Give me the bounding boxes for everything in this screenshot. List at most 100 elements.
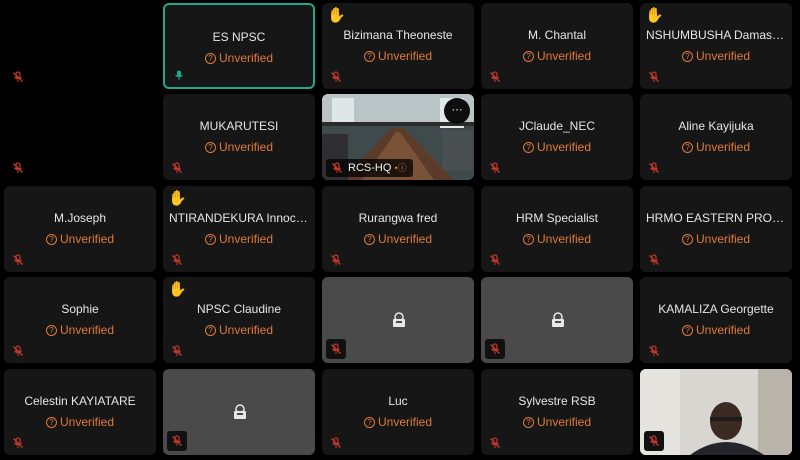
participant-name: Bizimana Theoneste [343, 28, 453, 42]
participant-tile[interactable]: M. Chantal ? Unverified [481, 3, 633, 89]
mic-active-icon [175, 70, 183, 80]
participant-tile[interactable]: HRMO EASTERN PROVI... ? Unverified [640, 186, 792, 272]
more-options-icon[interactable]: ⋯ [444, 98, 470, 124]
participant-tile[interactable] [4, 94, 156, 180]
question-icon: ? [681, 325, 693, 336]
participant-tile-camera-off[interactable] [481, 277, 633, 363]
mic-muted-icon [331, 343, 341, 354]
raised-hand-icon: ✋ [327, 7, 346, 24]
participant-name: HRM Specialist [515, 211, 599, 225]
question-icon: ? [522, 142, 534, 153]
participant-tile-camera-off[interactable] [322, 277, 474, 363]
verification-status: ? Unverified [481, 232, 633, 246]
question-icon: ? [204, 53, 216, 64]
video-tile-rcs-hq[interactable]: ⋯ RCS-HQ •ⓘ [322, 94, 474, 180]
participant-tile[interactable]: ✋ NSHUMBUSHA Damasc... ? Unverified [640, 3, 792, 89]
video-tile-participant[interactable] [640, 369, 792, 455]
question-icon: ? [681, 234, 693, 245]
participant-tile[interactable]: KAMALIZA Georgette ? Unverified [640, 277, 792, 363]
participant-tile[interactable]: Luc ? Unverified [322, 369, 474, 455]
participant-name: JClaude_NEC [518, 119, 596, 133]
participant-name: NSHUMBUSHA Damasc... [646, 28, 789, 42]
participant-name: Sylvestre RSB [518, 394, 596, 408]
verification-status: ? Unverified [165, 51, 313, 65]
mic-muted-icon [172, 162, 182, 173]
participant-tile[interactable]: M.Joseph ? Unverified [4, 186, 156, 272]
participant-name: NPSC Claudine [196, 302, 282, 316]
participant-tile[interactable]: Celestin KAYIATARE ? Unverified [4, 369, 156, 455]
participant-tile[interactable]: Rurangwa fred ? Unverified [322, 186, 474, 272]
question-icon: ? [363, 234, 375, 245]
participant-tile[interactable]: ES NPSC ? Unverified [163, 3, 315, 89]
raised-hand-icon: ✋ [168, 190, 187, 207]
mic-muted-icon [13, 254, 23, 265]
verification-status: ? Unverified [4, 323, 156, 337]
mic-muted-icon [331, 71, 341, 82]
mic-muted-badge [485, 339, 505, 359]
participant-tile[interactable]: ✋ Bizimana Theoneste ? Unverified [322, 3, 474, 89]
participant-grid: ES NPSC ? Unverified ✋ Bizimana Theoneste… [0, 0, 800, 460]
mic-muted-icon [13, 437, 23, 448]
mic-muted-icon [649, 162, 659, 173]
verification-status: ? Unverified [322, 232, 474, 246]
verification-status: ? Unverified [322, 49, 474, 63]
verification-status: ? Unverified [481, 49, 633, 63]
mic-muted-icon [490, 162, 500, 173]
mic-muted-icon [172, 435, 182, 446]
participant-tile[interactable]: JClaude_NEC ? Unverified [481, 94, 633, 180]
participant-name: NTIRANDEKURA Innocent [169, 211, 313, 225]
mic-muted-icon [649, 71, 659, 82]
question-icon: ? [522, 417, 534, 428]
mic-muted-icon [13, 345, 23, 356]
participant-tile[interactable]: HRM Specialist ? Unverified [481, 186, 633, 272]
participant-tile[interactable]: MUKARUTESI ? Unverified [163, 94, 315, 180]
mic-muted-icon [331, 437, 341, 448]
participant-tile[interactable]: Sophie ? Unverified [4, 277, 156, 363]
raised-hand-icon: ✋ [645, 7, 664, 24]
verification-status: ? Unverified [481, 140, 633, 154]
mic-muted-badge [326, 339, 346, 359]
question-icon: ? [522, 234, 534, 245]
participant-name: MUKARUTESI [199, 119, 279, 133]
status-dot-icon: •ⓘ [394, 163, 407, 173]
participant-tile[interactable]: ✋ NPSC Claudine ? Unverified [163, 277, 315, 363]
question-icon: ? [522, 51, 534, 62]
participant-name: M. Chantal [527, 28, 587, 42]
mic-muted-icon [649, 435, 659, 446]
participant-name: HRMO EASTERN PROVI... [646, 211, 792, 225]
camera-off-icon [234, 404, 246, 419]
question-icon: ? [363, 417, 375, 428]
mic-muted-icon [13, 71, 23, 82]
camera-off-icon [393, 312, 405, 327]
participant-tile-camera-off[interactable] [163, 369, 315, 455]
participant-name: Sophie [61, 302, 99, 316]
camera-off-icon [552, 312, 564, 327]
question-icon: ? [45, 325, 57, 336]
question-icon: ? [204, 325, 216, 336]
participant-tile[interactable]: Aline Kayijuka ? Unverified [640, 94, 792, 180]
participant-tile[interactable]: Sylvestre RSB ? Unverified [481, 369, 633, 455]
verification-status: ? Unverified [640, 323, 792, 337]
mic-muted-badge [644, 431, 664, 451]
mic-muted-icon [649, 345, 659, 356]
verification-status: ? Unverified [163, 232, 315, 246]
mic-muted-icon [490, 71, 500, 82]
mic-muted-icon [490, 254, 500, 265]
participant-name: Celestin KAYIATARE [24, 394, 136, 408]
question-icon: ? [45, 234, 57, 245]
question-icon: ? [363, 51, 375, 62]
verification-status: ? Unverified [640, 232, 792, 246]
participant-name: M.Joseph [53, 211, 107, 225]
question-icon: ? [204, 234, 216, 245]
participant-tile[interactable]: ✋ NTIRANDEKURA Innocent ? Unverified [163, 186, 315, 272]
mic-muted-icon [331, 254, 341, 265]
mic-muted-icon [649, 254, 659, 265]
verification-status: ? Unverified [640, 140, 792, 154]
participant-name: KAMALIZA Georgette [658, 302, 774, 316]
verification-status: ? Unverified [640, 49, 792, 63]
verification-status: ? Unverified [481, 415, 633, 429]
verification-status: ? Unverified [4, 415, 156, 429]
question-icon: ? [681, 142, 693, 153]
participant-tile[interactable] [4, 3, 156, 89]
raised-hand-icon: ✋ [168, 281, 187, 298]
